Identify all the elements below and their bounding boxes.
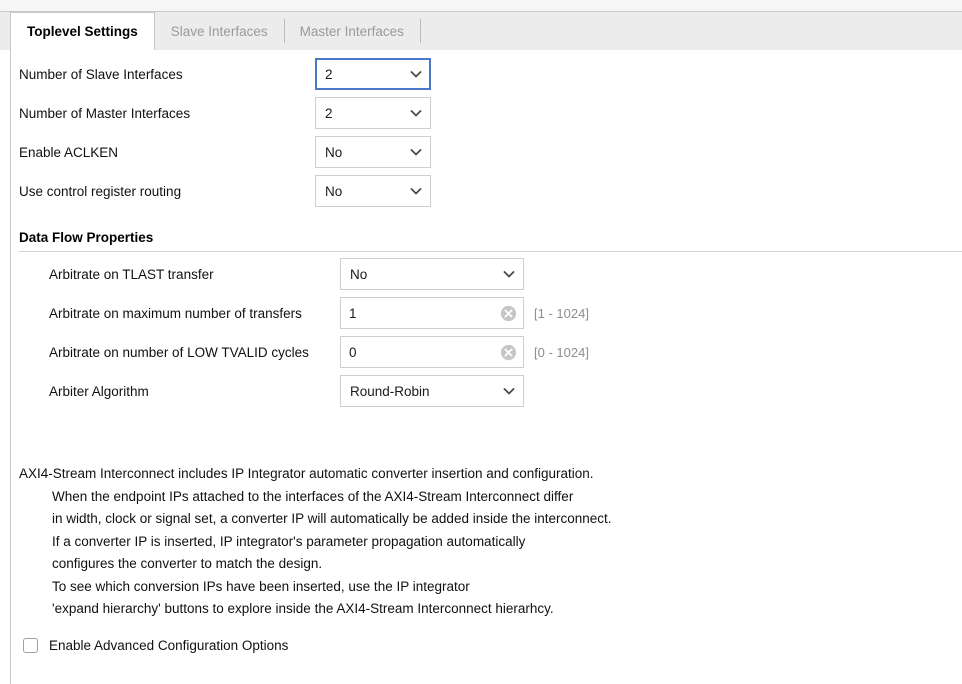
chevron-down-icon <box>410 149 422 156</box>
section-title: Data Flow Properties <box>19 230 154 245</box>
checkbox-row-enable-advanced-configuration[interactable]: Enable Advanced Configuration Options <box>23 638 288 653</box>
field-row-arbiter-algorithm: Arbiter Algorithm Round-Robin <box>49 375 524 407</box>
description-line: If a converter IP is inserted, IP integr… <box>52 533 526 549</box>
description-line: When the endpoint IPs attached to the in… <box>52 488 574 504</box>
combo-number-of-slave-interfaces[interactable]: 2 <box>315 58 431 90</box>
input-value: 1 <box>349 305 357 321</box>
field-row-use-control-register-routing: Use control register routing No <box>19 175 431 207</box>
label-number-of-slave-interfaces: Number of Slave Interfaces <box>19 66 183 82</box>
chevron-down-icon <box>503 271 515 278</box>
description-line: configures the converter to match the de… <box>52 556 323 571</box>
description-line: To see which conversion IPs have been in… <box>52 578 470 594</box>
tab-bar: Toplevel Settings Slave Interfaces Maste… <box>0 12 962 50</box>
tab-toplevel-settings[interactable]: Toplevel Settings <box>10 12 155 50</box>
tab-slave-interfaces[interactable]: Slave Interfaces <box>155 12 284 50</box>
section-divider <box>19 251 962 252</box>
description-text: AXI4-Stream Interconnect includes IP Int… <box>19 463 949 621</box>
input-value: 0 <box>349 344 357 360</box>
tab-label: Master Interfaces <box>299 23 404 39</box>
label-number-of-master-interfaces: Number of Master Interfaces <box>19 105 191 121</box>
toplevel-settings-panel: Number of Slave Interfaces 2 Number of M… <box>10 50 962 684</box>
field-row-arbitrate-on-max-transfers: Arbitrate on maximum number of transfers… <box>49 297 589 329</box>
combo-value: 2 <box>325 105 333 121</box>
tab-list: Toplevel Settings Slave Interfaces Maste… <box>10 12 421 50</box>
combo-number-of-master-interfaces[interactable]: 2 <box>315 97 431 129</box>
combo-value: No <box>325 144 343 160</box>
field-row-arbitrate-on-low-tvalid-cycles: Arbitrate on number of LOW TVALID cycles… <box>49 336 589 368</box>
chevron-down-icon <box>410 110 422 117</box>
tab-trailing-divider <box>419 19 421 43</box>
tab-label: Slave Interfaces <box>170 23 268 39</box>
description-line: in width, clock or signal set, a convert… <box>52 511 612 526</box>
label-arbitrate-on-max-transfers: Arbitrate on maximum number of transfers <box>49 305 302 321</box>
chevron-down-icon <box>410 188 422 195</box>
chevron-down-icon <box>503 388 515 395</box>
field-row-enable-aclken: Enable ACLKEN No <box>19 136 431 168</box>
label-arbitrate-on-low-tvalid-cycles: Arbitrate on number of LOW TVALID cycles <box>49 344 309 360</box>
clear-circle-x-icon[interactable] <box>500 305 517 322</box>
combo-enable-aclken[interactable]: No <box>315 136 431 168</box>
field-row-number-of-master-interfaces: Number of Master Interfaces 2 <box>19 97 431 129</box>
combo-arbiter-algorithm[interactable]: Round-Robin <box>340 375 524 407</box>
label-use-control-register-routing: Use control register routing <box>19 183 182 199</box>
combo-value: No <box>350 266 368 282</box>
combo-value: 2 <box>325 66 333 82</box>
combo-use-control-register-routing[interactable]: No <box>315 175 431 207</box>
section-data-flow-properties: Data Flow Properties <box>19 230 962 252</box>
combo-value: No <box>325 183 343 199</box>
hint-arbitrate-on-max-transfers: [1 - 1024] <box>534 305 589 321</box>
chevron-down-icon <box>410 71 422 78</box>
input-arbitrate-on-max-transfers[interactable]: 1 <box>340 297 524 329</box>
window-top-strip <box>0 0 962 12</box>
combo-arbitrate-on-tlast-transfer[interactable]: No <box>340 258 524 290</box>
description-lead-line: AXI4-Stream Interconnect includes IP Int… <box>19 466 594 481</box>
description-line: 'expand hierarchy' buttons to explore in… <box>52 601 554 616</box>
label-arbiter-algorithm: Arbiter Algorithm <box>49 383 149 399</box>
combo-value: Round-Robin <box>350 383 430 399</box>
field-row-arbitrate-on-tlast-transfer: Arbitrate on TLAST transfer No <box>49 258 524 290</box>
checkbox-label: Enable Advanced Configuration Options <box>49 638 289 653</box>
checkbox-enable-advanced-configuration[interactable] <box>23 638 38 653</box>
tab-label: Toplevel Settings <box>27 24 138 39</box>
input-arbitrate-on-low-tvalid-cycles[interactable]: 0 <box>340 336 524 368</box>
label-enable-aclken: Enable ACLKEN <box>19 144 119 160</box>
label-arbitrate-on-tlast-transfer: Arbitrate on TLAST transfer <box>49 266 214 282</box>
hint-arbitrate-on-low-tvalid-cycles: [0 - 1024] <box>534 344 589 360</box>
field-row-number-of-slave-interfaces: Number of Slave Interfaces 2 <box>19 58 431 90</box>
tab-master-interfaces[interactable]: Master Interfaces <box>283 12 420 50</box>
clear-circle-x-icon[interactable] <box>500 344 517 361</box>
